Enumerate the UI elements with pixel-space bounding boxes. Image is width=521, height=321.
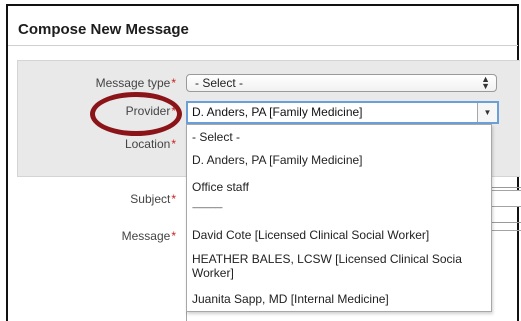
subject-input-top-edge [491,187,521,188]
message-type-value: - Select - [195,76,244,90]
message-label-text: Message [121,229,171,243]
message-type-select[interactable]: - Select - ▲ ▼ [186,74,497,92]
dropdown-option[interactable]: D. Anders, PA [Family Medicine] [192,153,363,167]
subject-label-text: Subject [130,192,171,206]
dropdown-option-continued[interactable]: Worker] [192,266,234,280]
dropdown-option[interactable]: - Select - [192,130,240,144]
select-arrows-icon: ▲ ▼ [481,74,490,91]
location-label: Location* [70,137,176,151]
location-label-text: Location [124,137,171,151]
page-title: Compose New Message [18,21,189,38]
highlight-ellipse [90,92,182,136]
dropdown-option[interactable]: HEATHER BALES, LCSW [Licensed Clinical S… [192,252,462,266]
message-label: Message* [70,229,176,243]
provider-value: D. Anders, PA [Family Medicine] [192,105,363,119]
dropdown-option[interactable]: Juanita Sapp, MD [Internal Medicine] [192,292,389,306]
required-mark: * [171,76,176,90]
dropdown-separator: ------------------ [192,203,223,212]
message-type-label-text: Message type [95,76,171,90]
provider-dropdown-list: - Select - D. Anders, PA [Family Medicin… [186,124,492,312]
required-mark: * [171,229,176,243]
required-mark: * [171,137,176,151]
required-mark: * [171,192,176,206]
dropdown-option[interactable]: David Cote [Licensed Clinical Social Wor… [192,228,429,242]
dropdown-option[interactable]: Office staff [192,180,249,194]
subject-input[interactable] [491,190,521,207]
message-input-top-edge [491,222,521,223]
subject-label: Subject* [70,192,176,206]
title-divider [8,45,518,46]
message-type-label: Message type* [70,76,176,90]
provider-select[interactable]: D. Anders, PA [Family Medicine] ▼ [186,101,499,124]
chevron-down-icon[interactable]: ▼ [477,103,497,122]
